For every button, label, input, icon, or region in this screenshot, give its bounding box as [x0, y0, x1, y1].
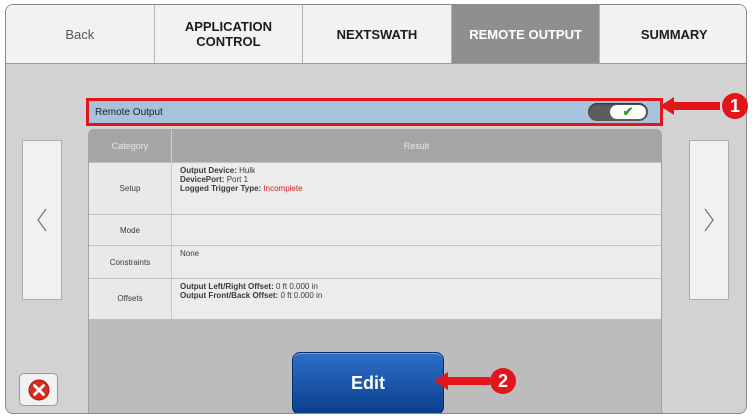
tab-application-control[interactable]: APPLICATION CONTROL — [155, 5, 304, 63]
column-header-result: Result — [171, 130, 661, 163]
table-row-mode: Mode — [89, 214, 661, 246]
table-header-row: Category Result — [89, 130, 661, 163]
arrow-left-icon — [434, 372, 490, 390]
tab-remote-output[interactable]: REMOTE OUTPUT — [451, 5, 601, 63]
result-value: 0 ft 0.000 in — [276, 282, 318, 291]
callout-number-2: 2 — [490, 368, 516, 394]
remote-output-row: Remote Output ✔ — [86, 98, 663, 126]
result-label: Output Device: — [180, 166, 237, 175]
result-label: DevicePort: — [180, 175, 225, 184]
remote-output-screen: Back APPLICATION CONTROL NEXTSWATH REMOT… — [5, 4, 747, 414]
category-cell: Constraints — [89, 245, 172, 279]
edit-button[interactable]: Edit — [292, 352, 444, 413]
result-value: 0 ft 0.000 in — [280, 291, 323, 300]
result-value: Hulk — [239, 166, 256, 175]
table-row-offsets: Offsets Output Left/Right Offset: 0 ft 0… — [89, 278, 661, 319]
remote-output-table: Category Result Setup Output Device: Hul… — [89, 130, 661, 319]
category-cell: Setup — [89, 162, 172, 215]
result-label: Logged Trigger Type: — [180, 184, 262, 193]
result-value: Port 1 — [226, 175, 249, 184]
callout-arrow-2 — [434, 371, 490, 391]
result-cell: None — [171, 245, 661, 279]
tab-nextswath[interactable]: NEXTSWATH — [303, 5, 452, 63]
result-label: Output Left/Right Offset: — [180, 282, 274, 291]
remote-output-label: Remote Output — [95, 106, 163, 118]
result-cell: Output Left/Right Offset: 0 ft 0.000 in … — [171, 278, 661, 319]
tab-summary[interactable]: SUMMARY — [600, 5, 746, 63]
arrow-left-icon — [660, 97, 720, 115]
cancel-button[interactable] — [19, 373, 58, 406]
back-button[interactable]: Back — [6, 5, 155, 63]
checkmark-icon: ✔ — [610, 105, 646, 119]
remote-output-toggle[interactable]: ✔ — [588, 103, 648, 121]
previous-page-button[interactable] — [22, 140, 62, 300]
callout-arrow-1 — [660, 96, 720, 116]
next-page-button[interactable] — [689, 140, 729, 300]
result-cell: Output Device: Hulk DevicePort: Port 1 L… — [171, 162, 661, 215]
close-icon — [28, 379, 49, 400]
column-header-category: Category — [89, 130, 172, 163]
callout-number-1: 1 — [722, 93, 748, 119]
trigger-status-value: Incomplete — [263, 184, 303, 193]
chevron-right-icon — [704, 208, 714, 232]
result-cell — [171, 214, 661, 246]
tab-bar: Back APPLICATION CONTROL NEXTSWATH REMOT… — [6, 5, 746, 64]
table-row-setup: Setup Output Device: Hulk DevicePort: Po… — [89, 162, 661, 215]
table-row-constraints: Constraints None — [89, 245, 661, 279]
chevron-left-icon — [37, 208, 47, 232]
category-cell: Mode — [89, 214, 172, 246]
category-cell: Offsets — [89, 278, 172, 319]
result-label: Output Front/Back Offset: — [180, 291, 279, 300]
